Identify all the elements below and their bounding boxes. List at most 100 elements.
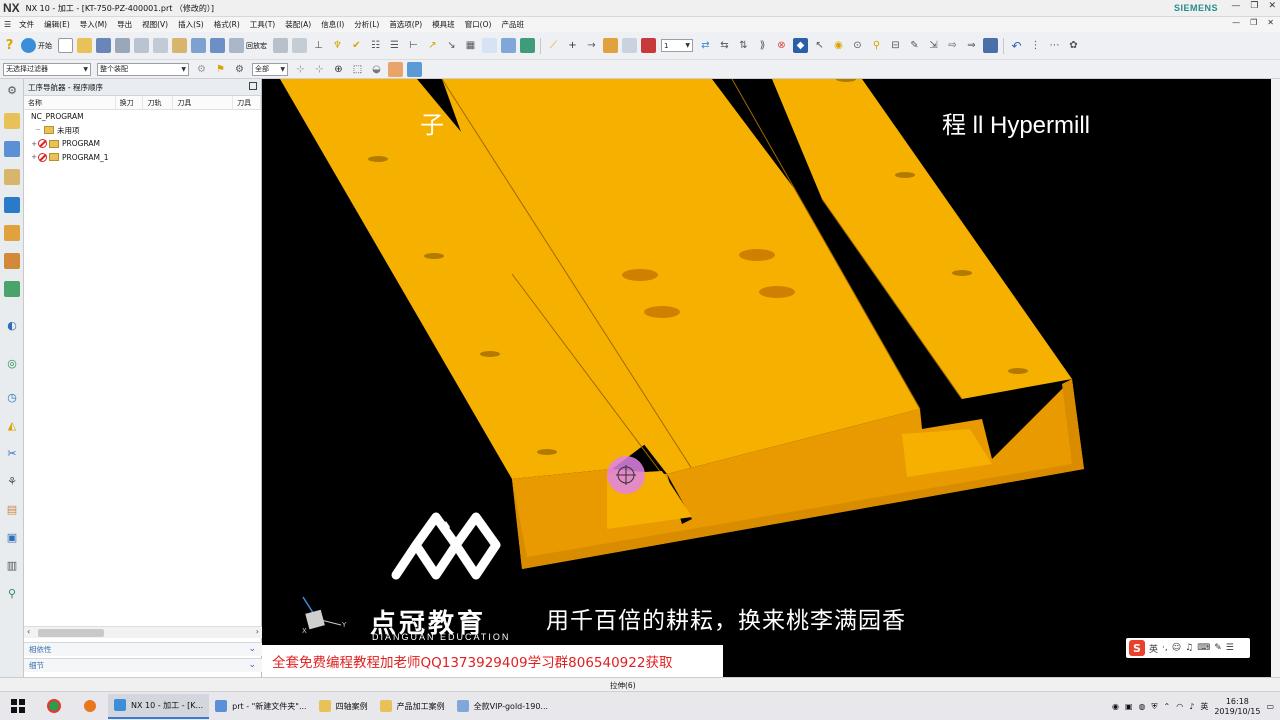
export-arrow-icon[interactable]: ⇲: [926, 38, 941, 53]
menu-product[interactable]: 产品班: [496, 19, 529, 30]
windows-start-icon[interactable]: [0, 692, 36, 720]
copy-layer-icon[interactable]: ⇆: [717, 38, 732, 53]
tray-app2-icon[interactable]: ◍: [1139, 702, 1146, 711]
tree-row[interactable]: + PROGRAM_1: [24, 151, 261, 165]
ime-toolbar[interactable]: S 英 ·, ☺ ♫ ⌨ ✎ ☰: [1126, 638, 1250, 658]
rect-select-icon[interactable]: ⬚: [350, 62, 365, 77]
taskbar-task-explorer[interactable]: prt - "新建文件夹"...: [209, 694, 312, 719]
column-tool-2[interactable]: 刀具: [233, 96, 261, 109]
tray-volume-icon[interactable]: ♪: [1189, 702, 1194, 711]
tree-icon[interactable]: ♆: [330, 38, 345, 53]
attach-icon[interactable]: ⚲: [869, 38, 884, 53]
menu-icon[interactable]: ☰: [4, 20, 11, 29]
viewport-scrollbar[interactable]: [1271, 79, 1280, 677]
taskbar-task-folder-four-axis[interactable]: 四轴案例: [313, 694, 374, 719]
stop-macro-icon[interactable]: [273, 38, 288, 53]
history-icon[interactable]: ◷: [4, 389, 20, 405]
print-arrow-icon[interactable]: ⇨: [945, 38, 960, 53]
dynamic-csys-icon[interactable]: ↘: [444, 38, 459, 53]
assembly-navigator-icon[interactable]: [4, 113, 20, 129]
tray-network-icon[interactable]: ▣: [1125, 702, 1133, 711]
close-icon[interactable]: ✕: [1268, 1, 1276, 11]
column-tool[interactable]: 刀具: [173, 96, 234, 109]
render-icon[interactable]: [407, 61, 422, 77]
navigator-horizontal-scrollbar[interactable]: ‹ ›: [24, 626, 262, 638]
disk-icon[interactable]: [983, 38, 998, 53]
operation-navigator-icon[interactable]: [4, 197, 20, 213]
menu-insert[interactable]: 插入(S): [173, 19, 209, 30]
select-icon[interactable]: ✔: [349, 38, 364, 53]
column-tool-change[interactable]: 换刀: [116, 96, 144, 109]
menu-format[interactable]: 格式(R): [209, 19, 245, 30]
menu-edit[interactable]: 编辑(E): [39, 19, 75, 30]
taskbar-task-vip[interactable]: 全款VIP-gold-190...: [451, 694, 554, 719]
image-icon[interactable]: [501, 38, 516, 53]
tray-app-icon[interactable]: ◉: [1112, 702, 1119, 711]
column-toolpath[interactable]: 刀轨: [143, 96, 174, 109]
ime-menu-icon[interactable]: ☰: [1226, 643, 1234, 653]
macro-record-icon[interactable]: [210, 38, 225, 53]
expand-icon[interactable]: +: [30, 153, 38, 161]
chevron-down-icon[interactable]: ⌄: [248, 660, 256, 670]
customize-icon[interactable]: ⋮: [1028, 38, 1043, 53]
column-name[interactable]: 名称: [24, 96, 116, 109]
ruler-icon[interactable]: ⊟: [888, 38, 903, 53]
details-section[interactable]: 细节 ⌄: [24, 658, 262, 672]
palette-icon[interactable]: ▥: [4, 557, 20, 573]
layer-select[interactable]: 1 ▼: [661, 39, 693, 52]
scroll-right-icon[interactable]: ›: [256, 627, 259, 636]
tree-row[interactable]: NC_PROGRAM: [24, 110, 261, 124]
taskbar-task-folder-product[interactable]: 产品加工案例: [374, 694, 451, 719]
constraint-navigator-icon[interactable]: [4, 141, 20, 157]
move-icon[interactable]: →: [584, 38, 599, 53]
move-layer-icon[interactable]: ⇄: [698, 38, 713, 53]
material-icon[interactable]: [622, 38, 637, 53]
csys-icon[interactable]: ↗: [425, 38, 440, 53]
macro-step-icon[interactable]: [292, 38, 307, 53]
menu-window[interactable]: 窗口(O): [460, 19, 497, 30]
ime-language[interactable]: 英: [1149, 642, 1158, 655]
scope-select[interactable]: 全部 ▼: [252, 62, 288, 76]
cut-icon[interactable]: [134, 38, 149, 53]
taskbar-task-nx[interactable]: NX 10 - 加工 - [K...: [108, 693, 210, 719]
doc-restore-icon[interactable]: ❐: [1250, 18, 1257, 27]
hd3d-tools-icon[interactable]: ◐: [4, 317, 20, 333]
menu-assembly[interactable]: 装配(A): [280, 19, 316, 30]
undo-icon[interactable]: ↶: [1009, 38, 1024, 53]
start-icon[interactable]: [21, 38, 36, 53]
chevron-down-icon[interactable]: ⌄: [248, 644, 256, 654]
selection-filter-select[interactable]: 无选择过滤器 ▼: [3, 62, 91, 76]
reuse-library-icon[interactable]: [4, 281, 20, 297]
table-icon[interactable]: ☷: [368, 38, 383, 53]
web-browser-icon[interactable]: ◎: [4, 355, 20, 371]
paste-icon[interactable]: [172, 38, 187, 53]
restore-icon[interactable]: ❐: [1250, 1, 1258, 11]
roles-icon[interactable]: ⚘: [4, 473, 20, 489]
start-button[interactable]: 开始: [38, 41, 52, 51]
dependencies-section[interactable]: 相依性 ⌄: [24, 642, 262, 656]
layer-icon[interactable]: [482, 38, 497, 53]
stop-icon[interactable]: [641, 38, 656, 53]
pointer-icon[interactable]: ↖: [812, 38, 827, 53]
doc-close-icon[interactable]: ✕: [1267, 18, 1274, 27]
tray-wifi-icon[interactable]: ◠: [1176, 702, 1183, 711]
media-player-icon[interactable]: [72, 692, 108, 720]
punctuation-icon[interactable]: ·,: [1162, 643, 1168, 653]
feature-navigator-icon[interactable]: [4, 253, 20, 269]
menu-mold[interactable]: 模具班: [427, 19, 460, 30]
menu-view[interactable]: 视图(V): [137, 19, 173, 30]
expand-icon[interactable]: +: [30, 140, 38, 148]
tree-row[interactable]: ┈ 未用项: [24, 124, 261, 138]
view-triad[interactable]: [302, 596, 342, 630]
view-orient-icon[interactable]: [388, 61, 403, 77]
crosshair-icon[interactable]: ⊕: [331, 62, 346, 77]
voice-icon[interactable]: ♫: [1185, 643, 1193, 653]
graphics-viewport[interactable]: 子 程 ll Hypermill 点冠教育 DIANGUAN EDUCATION…: [262, 79, 1280, 677]
measure-icon[interactable]: ◉: [831, 38, 846, 53]
sogou-icon[interactable]: S: [1129, 640, 1145, 656]
list-icon[interactable]: ☰: [387, 38, 402, 53]
restore-macro-button[interactable]: 回放宏: [246, 41, 267, 51]
draw-icon[interactable]: ✎: [907, 38, 922, 53]
teamcenter-icon[interactable]: ⚲: [4, 585, 20, 601]
scrollbar-thumb[interactable]: [38, 629, 104, 637]
